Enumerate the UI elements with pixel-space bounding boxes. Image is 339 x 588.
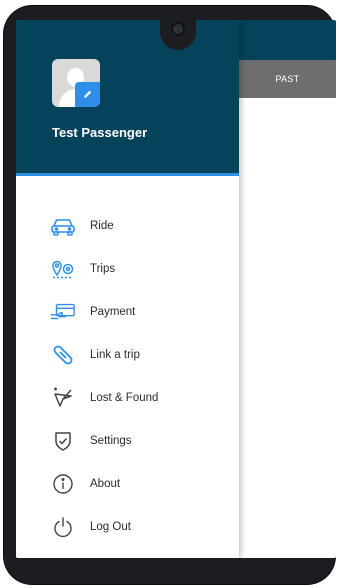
menu-item-payment[interactable]: Payment (16, 292, 239, 332)
menu-item-trips[interactable]: Trips (16, 249, 239, 289)
user-name: Test Passenger (52, 125, 148, 140)
menu-item-link-a-trip[interactable]: Link a trip (16, 335, 239, 375)
menu-item-label: Payment (90, 306, 136, 318)
menu-item-label: Lost & Found (90, 392, 159, 404)
map-pins-icon (50, 258, 76, 280)
camera-notch (160, 12, 196, 50)
avatar[interactable] (52, 59, 100, 107)
background-app: PAST (239, 20, 336, 558)
lost-found-icon (50, 387, 76, 409)
edit-avatar-button[interactable] (75, 82, 100, 107)
tab-past-label: PAST (275, 74, 300, 84)
phone-frame: PAST Test Passenger Ride Trips Payment L… (4, 6, 336, 584)
menu-item-settings[interactable]: Settings (16, 421, 239, 461)
menu-item-log-out[interactable]: Log Out (16, 507, 239, 547)
menu-item-about[interactable]: About (16, 464, 239, 504)
info-icon (50, 473, 76, 495)
menu-item-label: Link a trip (90, 349, 140, 361)
menu-item-lost-and-found[interactable]: Lost & Found (16, 378, 239, 418)
car-icon (50, 215, 76, 237)
navigation-drawer: Test Passenger Ride Trips Payment Link a… (16, 20, 239, 558)
shield-check-icon (50, 430, 76, 452)
menu-item-label: About (90, 478, 121, 490)
menu-item-label: Settings (90, 435, 132, 447)
menu-item-label: Ride (90, 220, 114, 232)
app-top-bar (239, 20, 336, 60)
front-camera (171, 22, 185, 36)
power-icon (50, 516, 76, 538)
menu-item-ride[interactable]: Ride (16, 206, 239, 246)
screen: PAST Test Passenger Ride Trips Payment L… (16, 20, 336, 558)
tab-past[interactable]: PAST (239, 60, 336, 98)
drawer-header: Test Passenger (16, 20, 239, 176)
menu-item-label: Log Out (90, 521, 131, 533)
link-icon (50, 344, 76, 366)
pencil-icon (84, 90, 92, 98)
menu-item-label: Trips (90, 263, 116, 275)
payment-card-icon (50, 301, 76, 323)
